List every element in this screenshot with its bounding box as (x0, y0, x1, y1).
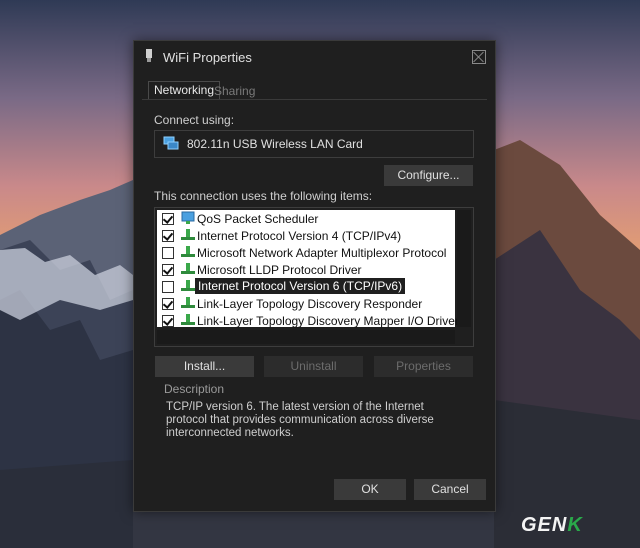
item-checkbox[interactable] (162, 247, 174, 259)
description-text: TCP/IP version 6. The latest version of … (166, 401, 434, 439)
network-protocol-icon (181, 229, 195, 240)
tab-bar: Networking Sharing (142, 81, 487, 100)
network-adapter-icon (163, 136, 179, 150)
item-label: Internet Protocol Version 6 (TCP/IPv6) (195, 278, 406, 294)
vertical-scrollbar[interactable] (457, 210, 471, 327)
configure-button[interactable]: Configure... (384, 165, 473, 186)
properties-button[interactable]: Properties (374, 356, 473, 377)
network-protocol-icon (181, 263, 195, 274)
network-protocol-icon (181, 280, 195, 291)
install-button[interactable]: Install... (155, 356, 254, 377)
close-icon[interactable] (472, 50, 486, 64)
ok-button[interactable]: OK (334, 479, 406, 500)
tab-sharing[interactable]: Sharing (214, 84, 255, 98)
items-label: This connection uses the following items… (154, 189, 373, 203)
list-item[interactable]: Microsoft Network Adapter Multiplexor Pr… (157, 244, 455, 261)
item-label: Microsoft LLDP Protocol Driver (197, 263, 362, 277)
adapter-field: 802.11n USB Wireless LAN Card (154, 130, 474, 158)
genk-watermark: GENK (521, 514, 583, 536)
list-item[interactable]: QoS Packet Scheduler (157, 210, 455, 227)
items-list[interactable]: QoS Packet Scheduler Internet Protocol V… (154, 207, 474, 347)
list-item-selected[interactable]: Internet Protocol Version 6 (TCP/IPv6) (157, 278, 455, 295)
network-protocol-icon (181, 314, 195, 325)
title-bar[interactable]: WiFi Properties (134, 41, 495, 71)
wifi-adapter-icon (146, 49, 152, 62)
item-label: Microsoft Network Adapter Multiplexor Pr… (197, 246, 447, 260)
network-protocol-icon (181, 297, 195, 308)
uninstall-button[interactable]: Uninstall (264, 356, 363, 377)
tab-networking[interactable]: Networking (148, 81, 221, 99)
item-checkbox[interactable] (162, 298, 174, 310)
item-label: Internet Protocol Version 4 (TCP/IPv4) (197, 229, 402, 243)
network-protocol-icon (181, 246, 195, 257)
window-title: WiFi Properties (163, 50, 252, 65)
list-item[interactable]: Link-Layer Topology Discovery Mapper I/O… (157, 312, 459, 329)
qos-scheduler-icon (181, 211, 195, 224)
list-item[interactable]: Internet Protocol Version 4 (TCP/IPv4) (157, 227, 455, 244)
item-checkbox[interactable] (162, 230, 174, 242)
item-label: QoS Packet Scheduler (197, 212, 319, 226)
item-label: Link-Layer Topology Discovery Mapper I/O… (197, 314, 459, 328)
description-title: Description (164, 382, 225, 396)
item-checkbox[interactable] (162, 281, 174, 293)
list-item[interactable]: Link-Layer Topology Discovery Responder (157, 295, 455, 312)
cancel-button[interactable]: Cancel (414, 479, 486, 500)
item-checkbox[interactable] (162, 213, 174, 225)
item-checkbox[interactable] (162, 264, 174, 276)
adapter-name: 802.11n USB Wireless LAN Card (187, 137, 363, 151)
wifi-properties-dialog: WiFi Properties Networking Sharing Conne… (133, 40, 496, 512)
item-checkbox[interactable] (162, 315, 174, 327)
item-label: Link-Layer Topology Discovery Responder (197, 297, 423, 311)
connect-using-label: Connect using: (154, 113, 235, 127)
list-item[interactable]: Microsoft LLDP Protocol Driver (157, 261, 455, 278)
horizontal-scrollbar[interactable] (157, 330, 455, 344)
items-list-content: QoS Packet Scheduler Internet Protocol V… (157, 210, 459, 329)
